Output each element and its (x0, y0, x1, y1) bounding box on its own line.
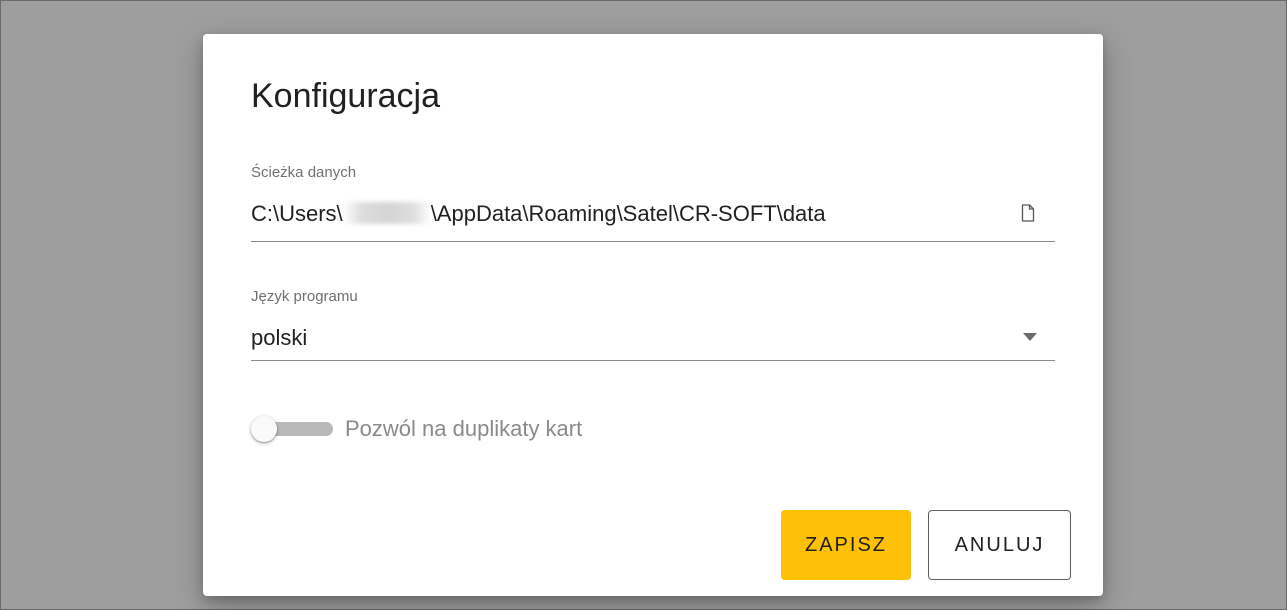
file-icon[interactable] (1021, 204, 1035, 222)
data-path-prefix: C:\Users\ (251, 201, 343, 226)
language-select[interactable]: polski (251, 324, 307, 352)
cancel-button[interactable]: ANULUJ (928, 510, 1071, 580)
data-path-suffix: \AppData\Roaming\Satel\CR-SOFT\data (430, 201, 826, 226)
data-path-field[interactable]: C:\Users\ \AppData\Roaming\Satel\CR-SOFT\… (251, 200, 826, 228)
language-underline (251, 360, 1055, 361)
configuration-dialog: Konfiguracja Ścieżka danych C:\Users\ \Ap… (203, 34, 1103, 596)
dialog-title: Konfiguracja (251, 77, 441, 115)
redacted-username (342, 202, 431, 224)
dropdown-arrow-icon[interactable] (1020, 330, 1040, 344)
data-path-label: Ścieżka danych (251, 164, 357, 181)
data-path-underline (251, 241, 1055, 242)
language-label: Język programu (251, 288, 358, 305)
duplicates-toggle-label: Pozwól na duplikaty kart (345, 416, 583, 441)
toggle-thumb (251, 416, 277, 442)
save-button[interactable]: ZAPISZ (781, 510, 911, 580)
duplicates-toggle[interactable] (251, 414, 335, 444)
